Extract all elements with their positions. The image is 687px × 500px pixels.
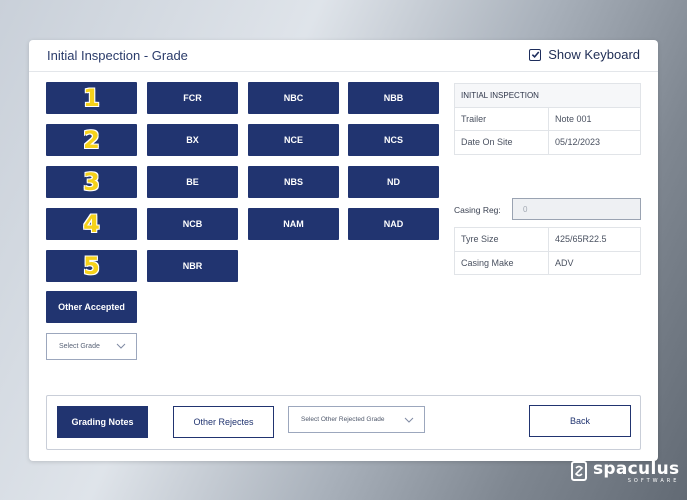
trailer-value: Note 001 [548, 106, 641, 131]
grade-number-3: 3 [83, 168, 100, 196]
select-rejected-placeholder: Select Other Rejected Grade [301, 416, 385, 423]
footer-action-bar: Grading Notes Other Rejectes Select Othe… [46, 395, 641, 450]
grade-button-ncs[interactable]: NCS [348, 124, 439, 156]
inspection-panel: Initial Inspection - Grade Show Keyboard… [29, 40, 658, 461]
inspection-info-table: INITIAL INSPECTION Trailer Note 001 Date… [454, 83, 641, 155]
grading-notes-button[interactable]: Grading Notes [57, 406, 148, 438]
chevron-down-icon [116, 343, 126, 349]
grade-number-5: 5 [83, 252, 100, 280]
select-other-rejected-dropdown[interactable]: Select Other Rejected Grade [288, 406, 425, 433]
grade-number-button-4[interactable]: 4 [46, 208, 137, 240]
grade-button-nce[interactable]: NCE [248, 124, 339, 156]
casing-make-label: Casing Make [454, 250, 549, 275]
show-keyboard-label: Show Keyboard [548, 47, 640, 62]
select-grade-placeholder: Select Grade [59, 343, 100, 350]
casing-make-value: ADV [548, 250, 641, 275]
checkmark-icon [531, 51, 540, 59]
other-rejects-button[interactable]: Other Rejectes [173, 406, 274, 438]
tyre-size-value: 425/65R22.5 [548, 227, 641, 252]
chevron-down-icon [404, 417, 414, 423]
tyre-size-label: Tyre Size [454, 227, 549, 252]
table-row: Casing Make ADV [454, 250, 641, 275]
panel-header: Initial Inspection - Grade Show Keyboard [29, 40, 658, 72]
grade-number-button-2[interactable]: 2 [46, 124, 137, 156]
date-on-site-label: Date On Site [454, 130, 549, 155]
grade-button-nbr[interactable]: NBR [147, 250, 238, 282]
back-button[interactable]: Back [529, 405, 631, 437]
spaculus-mark-icon [571, 461, 587, 481]
grade-button-nbs[interactable]: NBS [248, 166, 339, 198]
grade-number-4: 4 [83, 210, 100, 238]
grade-button-bx[interactable]: BX [147, 124, 238, 156]
grade-number-button-1[interactable]: 1 [46, 82, 137, 114]
grade-number-2: 2 [83, 126, 100, 154]
table-row: Date On Site 05/12/2023 [454, 130, 641, 155]
grade-number-button-3[interactable]: 3 [46, 166, 137, 198]
show-keyboard-checkbox[interactable] [529, 48, 542, 61]
date-on-site-value: 05/12/2023 [548, 130, 641, 155]
grade-number-button-5[interactable]: 5 [46, 250, 137, 282]
grade-button-nad[interactable]: NAD [348, 208, 439, 240]
page-title: Initial Inspection - Grade [47, 48, 188, 63]
grade-button-ncb[interactable]: NCB [147, 208, 238, 240]
spaculus-logo: spaculus SOFTWARE [571, 460, 679, 484]
logo-wordmark: spaculus [593, 458, 680, 479]
inspection-info-heading: INITIAL INSPECTION [454, 83, 641, 108]
select-grade-dropdown[interactable]: Select Grade [46, 333, 137, 360]
grade-button-be[interactable]: BE [147, 166, 238, 198]
logo-subtitle: SOFTWARE [627, 477, 680, 484]
table-row: Tyre Size 425/65R22.5 [454, 227, 641, 252]
grade-button-nbb[interactable]: NBB [348, 82, 439, 114]
other-accepted-button[interactable]: Other Accepted [46, 291, 137, 323]
grade-button-nd[interactable]: ND [348, 166, 439, 198]
trailer-label: Trailer [454, 106, 549, 131]
show-keyboard-toggle[interactable]: Show Keyboard [529, 47, 640, 62]
table-row: Trailer Note 001 [454, 106, 641, 131]
casing-reg-label: Casing Reg: [454, 205, 501, 215]
grade-button-nam[interactable]: NAM [248, 208, 339, 240]
grade-button-fcr[interactable]: FCR [147, 82, 238, 114]
grade-number-1: 1 [83, 84, 100, 112]
casing-info-table: Tyre Size 425/65R22.5 Casing Make ADV [454, 227, 641, 275]
casing-reg-input[interactable]: 0 [512, 198, 641, 220]
grade-button-nbc[interactable]: NBC [248, 82, 339, 114]
